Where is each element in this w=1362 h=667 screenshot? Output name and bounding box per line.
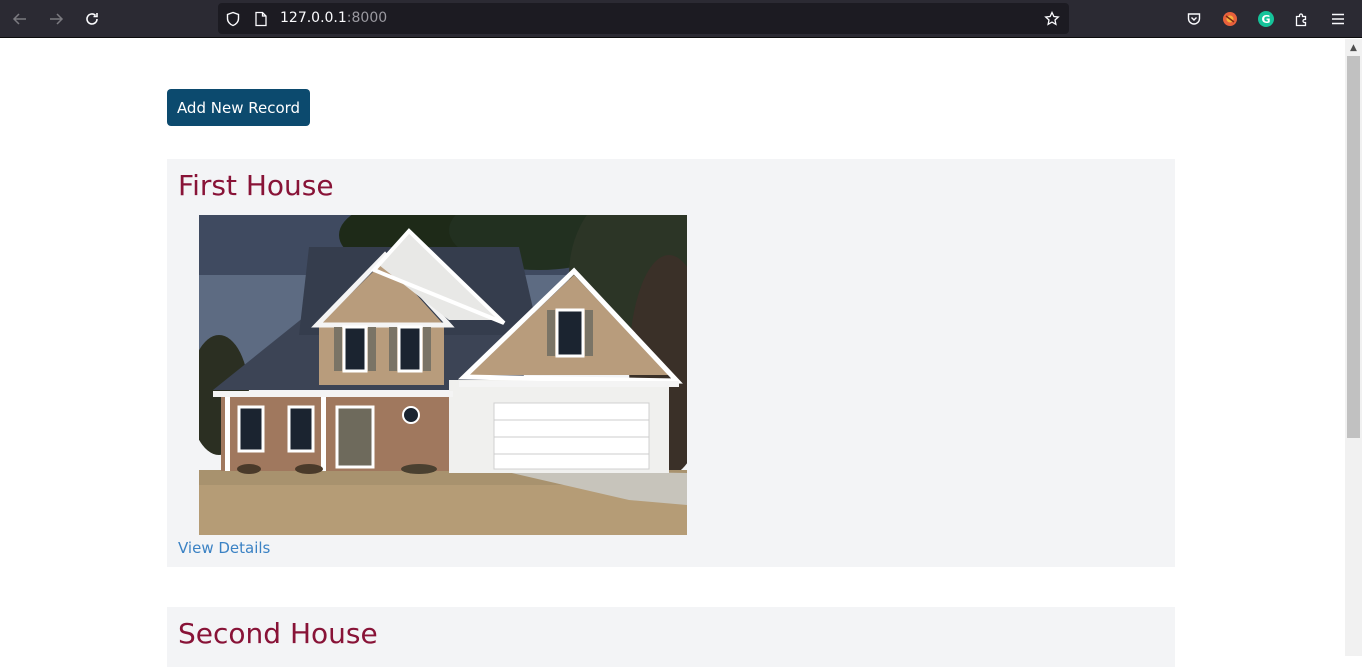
url-text[interactable]: 127.0.0.1:8000: [280, 10, 387, 26]
puzzle-icon[interactable]: [1291, 8, 1313, 30]
svg-text:G: G: [1261, 13, 1270, 26]
url-bar[interactable]: 127.0.0.1:8000: [218, 3, 1069, 34]
back-arrow-icon[interactable]: [9, 8, 31, 30]
view-details-link[interactable]: View Details: [178, 539, 270, 557]
record-title: Second House: [178, 617, 378, 650]
url-host: 127.0.0.1: [280, 10, 347, 26]
grammarly-icon[interactable]: G: [1255, 8, 1277, 30]
forward-arrow-icon[interactable]: [45, 8, 67, 30]
record-card: Second House: [167, 607, 1175, 667]
scroll-up-icon[interactable]: ▲: [1345, 39, 1362, 56]
reload-icon[interactable]: [81, 8, 103, 30]
browser-toolbar: 127.0.0.1:8000 G: [0, 0, 1362, 38]
url-port: :8000: [346, 10, 388, 26]
pocket-icon[interactable]: [1183, 8, 1205, 30]
extension-icon[interactable]: [1219, 8, 1241, 30]
page-icon[interactable]: [252, 10, 270, 28]
shield-icon[interactable]: [224, 10, 242, 28]
star-icon[interactable]: [1043, 10, 1061, 28]
record-card: First House View Details: [167, 159, 1175, 567]
house-photo: [199, 215, 687, 535]
hamburger-menu-icon[interactable]: [1327, 8, 1349, 30]
record-title: First House: [178, 169, 334, 202]
page-scrollbar[interactable]: ▲: [1345, 39, 1362, 656]
add-new-record-button[interactable]: Add New Record: [167, 89, 310, 126]
scroll-thumb[interactable]: [1347, 56, 1360, 438]
